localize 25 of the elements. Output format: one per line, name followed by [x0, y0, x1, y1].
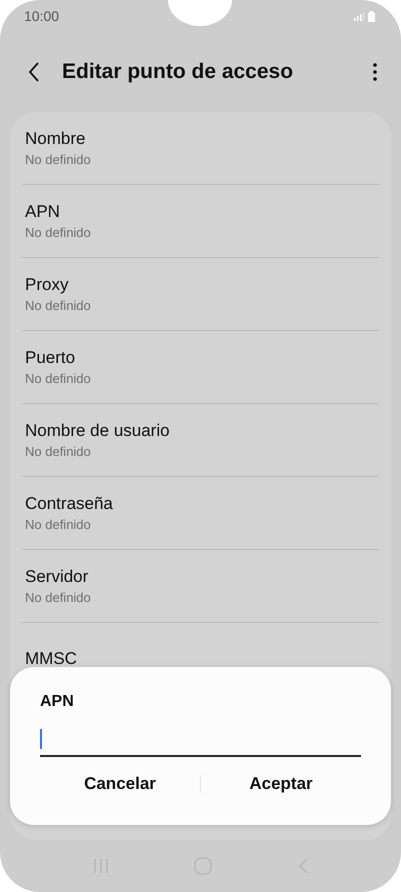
setting-value: No definido	[25, 152, 92, 167]
dialog-button[interactable]: Aceptar	[201, 773, 361, 795]
page-title: Editar punto de acceso	[62, 60, 294, 84]
setting-title[interactable]: Nombre de usuario	[25, 421, 379, 441]
setting-value: No definido	[25, 371, 92, 386]
text-cursor	[40, 729, 42, 749]
setting-value: No definido	[25, 590, 92, 605]
battery-icon	[368, 10, 375, 22]
setting-value: No definido	[25, 225, 92, 240]
setting-title[interactable]: APN	[25, 202, 379, 222]
dialog-button[interactable]: Cancelar	[40, 773, 200, 795]
status-time: 10:00	[24, 8, 60, 24]
dialog-title: APN	[40, 693, 75, 711]
signal-icon	[354, 12, 364, 20]
setting-title[interactable]: Servidor	[25, 567, 379, 587]
back-icon	[28, 62, 40, 82]
setting-title[interactable]: Nombre	[25, 129, 379, 149]
setting-value: No definido	[25, 444, 92, 459]
setting-title[interactable]: Puerto	[25, 348, 379, 368]
setting-value: No definido	[25, 298, 92, 313]
more-icon	[373, 63, 377, 81]
setting-value: No definido	[25, 517, 92, 532]
setting-title[interactable]: Proxy	[25, 275, 379, 295]
setting-title[interactable]: MMSC	[25, 649, 379, 669]
setting-title[interactable]: Contraseña	[25, 494, 379, 514]
